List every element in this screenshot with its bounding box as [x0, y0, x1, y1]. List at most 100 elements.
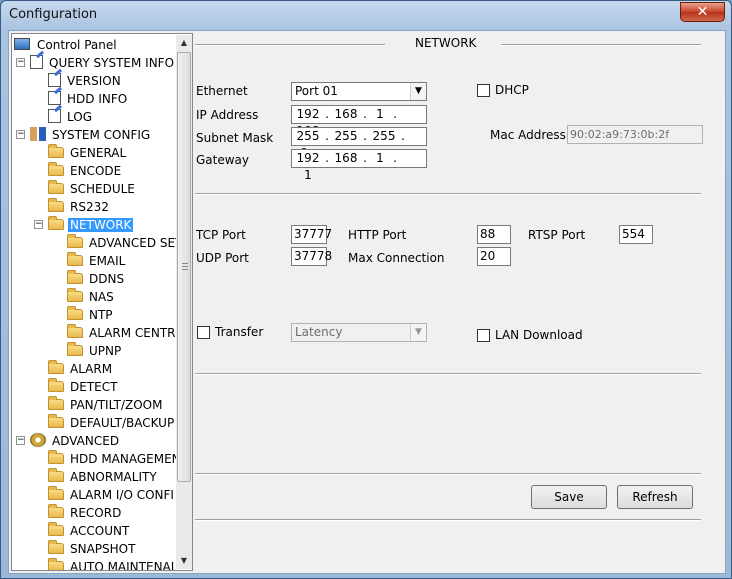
- udp-port-label: UDP Port: [196, 251, 249, 265]
- tree-item[interactable]: ALARM CENTR: [67, 324, 178, 342]
- folder-icon: [48, 360, 64, 374]
- network-panel: NETWORK Ethernet Port 01 ▼ DHCP IP Addre…: [195, 33, 725, 571]
- lan-download-label: LAN Download: [495, 328, 583, 342]
- title-bar[interactable]: Configuration ✕: [1, 1, 731, 29]
- tree-item[interactable]: RS232: [48, 198, 111, 216]
- dhcp-checkbox[interactable]: [477, 84, 490, 97]
- tree-item[interactable]: AUTO MAINTENAI: [48, 558, 176, 570]
- tree-collapse-toggle-icon[interactable]: −: [34, 220, 43, 229]
- scroll-up-arrow-icon[interactable]: ▲: [176, 35, 192, 51]
- notepad-icon: [48, 73, 61, 87]
- transfer-label: Transfer: [215, 325, 264, 339]
- gateway-octet-1: 192: [296, 151, 320, 165]
- tree-item-label: RECORD: [70, 506, 122, 520]
- tree-item[interactable]: NTP: [67, 306, 115, 324]
- tree-item[interactable]: QUERY SYSTEM INFO: [30, 54, 176, 72]
- gateway-field[interactable]: 192. 168. 1.1: [291, 149, 427, 182]
- mac-address-label: Mac Address: [490, 128, 566, 142]
- tree-item-label: SYSTEM CONFIG: [52, 128, 151, 142]
- tree-item[interactable]: ENCODE: [48, 162, 123, 180]
- transfer-checkbox[interactable]: [197, 326, 210, 339]
- rtsp-port-field[interactable]: 554: [619, 225, 653, 244]
- scrollbar-thumb[interactable]: [177, 52, 191, 482]
- tree-item[interactable]: PAN/TILT/ZOOM: [48, 396, 164, 414]
- folder-icon: [48, 486, 64, 500]
- tree-item[interactable]: EMAIL: [67, 252, 127, 270]
- navigation-tree: Control Panel QUERY SYSTEM INFO VERSION HDD…: [11, 33, 193, 571]
- folder-icon: [48, 504, 64, 518]
- subnet-mask-field[interactable]: 255.255.255.0: [291, 127, 427, 160]
- tree-item[interactable]: Control Panel: [14, 36, 119, 54]
- tcp-port-field[interactable]: 37777: [291, 225, 332, 244]
- gateway-label: Gateway: [196, 153, 250, 167]
- max-connection-field[interactable]: 20: [477, 247, 511, 266]
- tree-item-label: NETWORK: [68, 218, 134, 232]
- gears-icon: [30, 433, 46, 447]
- tree-item[interactable]: HDD MANAGEMEN: [48, 450, 183, 468]
- transfer-select-value: Latency: [295, 325, 343, 339]
- ethernet-select[interactable]: Port 01 ▼: [291, 82, 427, 101]
- tree-item[interactable]: NAS: [67, 288, 116, 306]
- notepad-icon: [48, 91, 61, 105]
- mac-address-field: 90:02:a9:73:0b:2f: [567, 125, 703, 144]
- folder-icon: [67, 270, 83, 284]
- ip-octet-3: 1: [376, 107, 384, 121]
- udp-port-field[interactable]: 37778: [291, 247, 332, 266]
- tree-collapse-toggle-icon[interactable]: −: [16, 58, 25, 67]
- chevron-down-icon: ▼: [410, 83, 426, 100]
- tree-item-label: GENERAL: [70, 146, 127, 160]
- folder-icon: [48, 540, 64, 554]
- folder-icon: [67, 306, 83, 320]
- tree-item[interactable]: ALARM: [48, 360, 114, 378]
- folder-icon: [67, 252, 83, 266]
- tree-item[interactable]: ACCOUNT: [48, 522, 131, 540]
- tree-item[interactable]: RECORD: [48, 504, 123, 522]
- tree-collapse-toggle-icon[interactable]: −: [16, 130, 25, 139]
- folder-icon: [48, 468, 64, 482]
- folder-icon: [48, 558, 64, 570]
- tree-item[interactable]: DDNS: [67, 270, 126, 288]
- tree-item-label: ACCOUNT: [70, 524, 130, 538]
- tree-item-label: ADVANCED SET: [89, 236, 183, 250]
- tree-item-label: DETECT: [70, 380, 118, 394]
- tree-item[interactable]: NETWORK: [48, 216, 134, 234]
- tree-item[interactable]: DEFAULT/BACKUP: [48, 414, 176, 432]
- tree-collapse-toggle-icon[interactable]: −: [16, 436, 25, 445]
- tree-item-label: ALARM CENTR: [89, 326, 176, 340]
- tree-item-label: UPNP: [89, 344, 122, 358]
- tree-item[interactable]: UPNP: [67, 342, 123, 360]
- window-title: Configuration: [9, 7, 98, 22]
- tree-item-label: EMAIL: [89, 254, 126, 268]
- scroll-down-arrow-icon[interactable]: ▼: [176, 553, 192, 569]
- save-button[interactable]: Save: [531, 485, 607, 509]
- max-connection-label: Max Connection: [348, 251, 445, 265]
- ip-address-label: IP Address: [196, 108, 259, 122]
- tree-item[interactable]: ALARM I/O CONFI: [48, 486, 176, 504]
- folder-icon: [67, 342, 83, 356]
- http-port-field[interactable]: 88: [477, 225, 511, 244]
- tree-item[interactable]: DETECT: [48, 378, 119, 396]
- tree-item[interactable]: ADVANCED SET: [67, 234, 184, 252]
- tree-item[interactable]: ABNORMALITY: [48, 468, 159, 486]
- tree-item[interactable]: SNAPSHOT: [48, 540, 137, 558]
- ip-octet-2: 168: [334, 107, 358, 121]
- gateway-octet-3: 1: [376, 151, 384, 165]
- subnet-octet-2: 255: [334, 129, 358, 143]
- tree-item[interactable]: LOG: [48, 108, 94, 126]
- tree-item-label: VERSION: [67, 74, 121, 88]
- lan-download-checkbox[interactable]: [477, 329, 490, 342]
- rtsp-port-label: RTSP Port: [528, 228, 586, 242]
- close-button[interactable]: ✕: [680, 2, 725, 22]
- computer-icon: [14, 38, 30, 50]
- dhcp-label: DHCP: [495, 83, 529, 97]
- tree-item-label: Control Panel: [37, 38, 117, 52]
- tree-item-label: QUERY SYSTEM INFO: [49, 56, 175, 70]
- tree-item[interactable]: GENERAL: [48, 144, 128, 162]
- subnet-octet-1: 255: [296, 129, 320, 143]
- ip-address-field[interactable]: 192.168.1.108: [291, 105, 427, 138]
- tree-item[interactable]: ADVANCED: [30, 432, 121, 450]
- refresh-button[interactable]: Refresh: [617, 485, 693, 509]
- tree-scrollbar[interactable]: ▲ ▼: [176, 35, 192, 569]
- tree-item[interactable]: SYSTEM CONFIG: [30, 126, 152, 144]
- tree-item[interactable]: SCHEDULE: [48, 180, 137, 198]
